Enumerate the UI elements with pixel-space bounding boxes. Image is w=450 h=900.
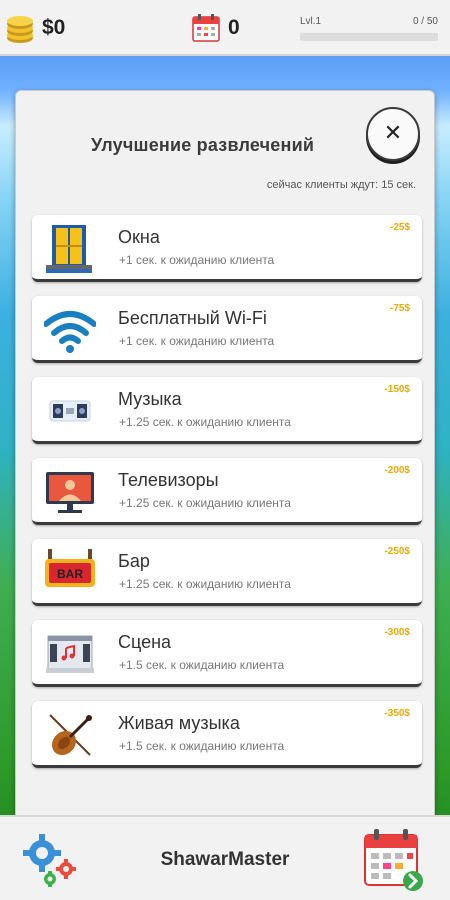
tv-icon <box>46 472 94 513</box>
item-price: -300$ <box>384 627 410 638</box>
item-name: Бесплатный Wi-Fi <box>118 308 267 328</box>
days-value: 0 <box>228 16 240 39</box>
speakers-icon <box>49 400 91 422</box>
item-description: +1 сек. к ожиданию клиента <box>119 253 275 267</box>
item-description: +1.5 сек. к ожиданию клиента <box>119 739 285 753</box>
bar-sign-text: BAR <box>57 567 83 581</box>
wait-time-note: сейчас клиенты ждут: 15 сек. <box>266 179 416 191</box>
close-button[interactable]: ✕ <box>366 107 420 161</box>
xp-value: 0 / 50 <box>412 16 438 27</box>
calendar-next-day-icon[interactable] <box>363 829 425 893</box>
wifi-icon <box>44 311 96 353</box>
upgrade-item-bar[interactable]: BAR Бар +1.25 сек. к ожиданию клиента -2… <box>32 539 422 606</box>
upgrade-item-music[interactable]: Музыка +1.25 сек. к ожиданию клиента -15… <box>32 377 422 444</box>
upgrade-item-wifi[interactable]: Бесплатный Wi-Fi +1 сек. к ожиданию клие… <box>32 296 422 363</box>
upgrade-item-tv[interactable]: Телевизоры +1.25 сек. к ожиданию клиента… <box>32 458 422 525</box>
bar-sign-icon: BAR <box>45 549 95 587</box>
item-name: Музыка <box>118 389 182 409</box>
upgrade-item-stage[interactable]: Сцена +1.5 сек. к ожиданию клиента -300$ <box>32 620 422 687</box>
item-name: Окна <box>118 227 160 247</box>
item-description: +1.25 сек. к ожиданию клиента <box>119 415 291 429</box>
stage-icon <box>46 635 94 673</box>
item-price: -350$ <box>384 708 410 719</box>
violin-icon <box>49 714 92 756</box>
top-bar: $0 0 Lvl.1 0 / 50 <box>0 0 450 56</box>
upgrade-panel: Улучшение развлечений ✕ сейчас клиенты ж… <box>15 90 435 820</box>
item-price: -75$ <box>389 303 410 314</box>
item-price: -25$ <box>389 222 410 233</box>
item-price: -150$ <box>384 384 410 395</box>
level-label: Lvl.1 <box>300 16 322 27</box>
bottom-bar: ShawarMaster <box>0 815 450 900</box>
item-description: +1.25 сек. к ожиданию клиента <box>119 496 291 510</box>
item-description: +1.5 сек. к ожиданию клиента <box>119 658 285 672</box>
item-description: +1 сек. к ожиданию клиента <box>119 334 275 348</box>
item-name: Сцена <box>118 632 172 652</box>
item-name: Телевизоры <box>118 470 219 490</box>
calendar-icon <box>192 14 220 42</box>
upgrade-item-live-music[interactable]: Живая музыка +1.5 сек. к ожиданию клиент… <box>32 701 422 768</box>
item-name: Бар <box>118 551 150 571</box>
item-description: +1.25 сек. к ожиданию клиента <box>119 577 291 591</box>
panel-title: Улучшение развлечений <box>91 135 315 155</box>
item-name: Живая музыка <box>118 713 240 733</box>
xp-progress-bar <box>300 33 438 41</box>
coins-icon <box>7 16 33 43</box>
window-icon <box>46 225 92 273</box>
upgrade-item-windows[interactable]: Окна +1 сек. к ожиданию клиента -25$ <box>32 215 422 282</box>
money-value: $0 <box>42 16 66 39</box>
item-price: -250$ <box>384 546 410 557</box>
item-price: -200$ <box>384 465 410 476</box>
